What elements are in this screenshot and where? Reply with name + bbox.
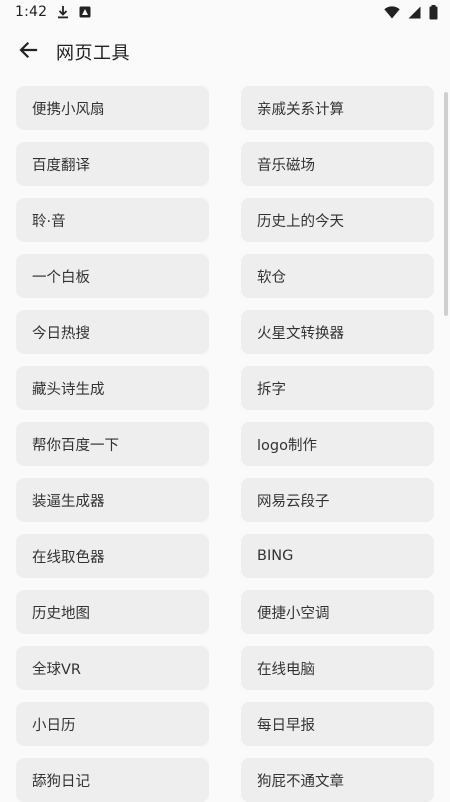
arrow-left-icon xyxy=(18,40,38,64)
tool-item[interactable]: 历史上的今天 xyxy=(241,198,434,242)
tool-item[interactable]: 便携小风扇 xyxy=(16,86,209,130)
tool-item[interactable]: 网易云段子 xyxy=(241,478,434,522)
signal-icon xyxy=(408,6,421,19)
status-bar: 1:42 xyxy=(0,0,450,24)
tool-item[interactable]: 历史地图 xyxy=(16,590,209,634)
status-left: 1:42 xyxy=(15,4,91,20)
tool-item[interactable]: 音乐磁场 xyxy=(241,142,434,186)
tool-item[interactable]: BING xyxy=(241,534,434,578)
tools-grid: 便携小风扇 亲戚关系计算 百度翻译 音乐磁场 聆·音 历史上的今天 一个白板 软… xyxy=(16,86,434,802)
tool-item[interactable]: 软仓 xyxy=(241,254,434,298)
back-button[interactable] xyxy=(0,24,56,80)
tool-item[interactable]: 火星文转换器 xyxy=(241,310,434,354)
page-title: 网页工具 xyxy=(56,43,130,64)
tool-item[interactable]: 便捷小空调 xyxy=(241,590,434,634)
tool-item[interactable]: 藏头诗生成 xyxy=(16,366,209,410)
tool-item[interactable]: 今日热搜 xyxy=(16,310,209,354)
tool-item[interactable]: 每日早报 xyxy=(241,702,434,746)
app-notification-icon xyxy=(79,6,91,18)
tool-item[interactable]: 亲戚关系计算 xyxy=(241,86,434,130)
download-icon xyxy=(57,5,69,19)
tool-item[interactable]: 一个白板 xyxy=(16,254,209,298)
wifi-icon xyxy=(384,5,400,19)
tool-item[interactable]: 小日历 xyxy=(16,702,209,746)
battery-icon xyxy=(429,4,438,20)
tool-item[interactable]: 百度翻译 xyxy=(16,142,209,186)
tool-item[interactable]: 狗屁不通文章 xyxy=(241,758,434,802)
tool-item[interactable]: 舔狗日记 xyxy=(16,758,209,802)
scrollbar[interactable] xyxy=(444,92,448,316)
tool-item[interactable]: 全球VR xyxy=(16,646,209,690)
tool-item[interactable]: 帮你百度一下 xyxy=(16,422,209,466)
status-time: 1:42 xyxy=(15,4,48,20)
app-bar: 网页工具 xyxy=(0,24,450,80)
tool-item[interactable]: 拆字 xyxy=(241,366,434,410)
tool-item[interactable]: 在线取色器 xyxy=(16,534,209,578)
tool-item[interactable]: 在线电脑 xyxy=(241,646,434,690)
tool-item[interactable]: logo制作 xyxy=(241,422,434,466)
tool-item[interactable]: 装逼生成器 xyxy=(16,478,209,522)
status-right xyxy=(384,4,438,20)
tool-item[interactable]: 聆·音 xyxy=(16,198,209,242)
